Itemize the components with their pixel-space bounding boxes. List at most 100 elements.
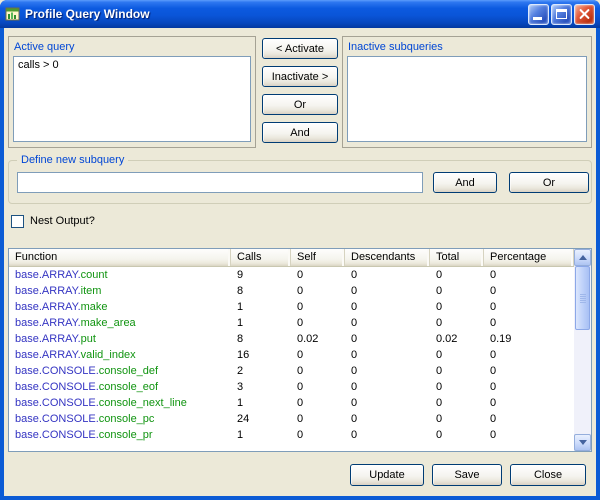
function-feature-name: put <box>81 333 96 345</box>
table-header-cell[interactable]: Function <box>9 249 231 266</box>
function-cell: base.CONSOLE.console_next_line <box>9 395 231 411</box>
footer-buttons: Update Save Close <box>350 464 586 486</box>
minimize-button[interactable] <box>528 4 549 25</box>
value-cell: 0 <box>345 283 430 299</box>
value-cell: 0 <box>291 395 345 411</box>
transfer-buttons: < Activate Inactivate > Or And <box>262 36 338 143</box>
function-class-path: base.ARRAY. <box>15 301 81 313</box>
function-class-path: base.ARRAY. <box>15 317 81 329</box>
value-cell: 3 <box>231 379 291 395</box>
table-header-cell[interactable]: Self <box>291 249 345 266</box>
function-cell: base.ARRAY.valid_index <box>9 347 231 363</box>
value-cell: 1 <box>231 315 291 331</box>
close-window-button[interactable]: Close <box>510 464 586 486</box>
value-cell: 0 <box>345 331 430 347</box>
function-cell: base.ARRAY.item <box>9 283 231 299</box>
scroll-up-button[interactable] <box>574 249 591 266</box>
or-button[interactable]: Or <box>262 94 338 115</box>
value-cell: 0 <box>345 363 430 379</box>
nest-output-checkbox[interactable] <box>11 215 24 228</box>
value-cell: 0 <box>291 363 345 379</box>
subquery-input[interactable] <box>17 172 423 193</box>
scrollbar-thumb[interactable] <box>575 266 590 330</box>
value-cell: 0 <box>430 411 484 427</box>
value-cell: 1 <box>231 427 291 443</box>
function-cell: base.CONSOLE.console_eof <box>9 379 231 395</box>
function-cell: base.ARRAY.put <box>9 331 231 347</box>
function-class-path: base.CONSOLE. <box>15 413 99 425</box>
activate-button[interactable]: < Activate <box>262 38 338 59</box>
value-cell: 0 <box>484 363 574 379</box>
value-cell: 0.19 <box>484 331 574 347</box>
client-area: Active query calls > 0 < Activate Inacti… <box>4 28 596 496</box>
table-row[interactable]: base.ARRAY.valid_index160000 <box>9 347 574 363</box>
window-icon <box>5 6 21 22</box>
table-row[interactable]: base.CONSOLE.console_pc240000 <box>9 411 574 427</box>
table-header-cell[interactable]: Total <box>430 249 484 266</box>
table-row[interactable]: base.CONSOLE.console_def20000 <box>9 363 574 379</box>
table-row[interactable]: base.ARRAY.item80000 <box>9 283 574 299</box>
update-button[interactable]: Update <box>350 464 424 486</box>
value-cell: 0 <box>484 347 574 363</box>
value-cell: 0 <box>430 395 484 411</box>
table-header-cell[interactable]: Descendants <box>345 249 430 266</box>
titlebar[interactable]: Profile Query Window <box>0 0 600 28</box>
table-row[interactable]: base.ARRAY.make_area10000 <box>9 315 574 331</box>
table-row[interactable]: base.CONSOLE.console_eof30000 <box>9 379 574 395</box>
table-header-cell[interactable]: Percentage <box>484 249 574 266</box>
value-cell: 0 <box>345 315 430 331</box>
value-cell: 1 <box>231 299 291 315</box>
value-cell: 9 <box>231 267 291 283</box>
maximize-button[interactable] <box>551 4 572 25</box>
value-cell: 0 <box>291 315 345 331</box>
value-cell: 0 <box>484 427 574 443</box>
value-cell: 0 <box>484 379 574 395</box>
value-cell: 0 <box>430 347 484 363</box>
table-row[interactable]: base.CONSOLE.console_next_line10000 <box>9 395 574 411</box>
value-cell: 1 <box>231 395 291 411</box>
window-title: Profile Query Window <box>25 7 524 21</box>
value-cell: 0 <box>484 315 574 331</box>
table-row[interactable]: base.ARRAY.count90000 <box>9 267 574 283</box>
inactive-subqueries-panel: Inactive subqueries <box>342 36 592 148</box>
value-cell: 0.02 <box>430 331 484 347</box>
value-cell: 0 <box>484 299 574 315</box>
table-row[interactable]: base.CONSOLE.console_pr10000 <box>9 427 574 443</box>
value-cell: 2 <box>231 363 291 379</box>
value-cell: 0 <box>430 363 484 379</box>
inactivate-button[interactable]: Inactivate > <box>262 66 338 87</box>
table-header-cell[interactable]: Calls <box>231 249 291 266</box>
table-row[interactable]: base.ARRAY.put80.0200.020.19 <box>9 331 574 347</box>
table-row[interactable]: base.ARRAY.make10000 <box>9 299 574 315</box>
profile-query-window: Profile Query Window Active query calls … <box>0 0 600 500</box>
value-cell: 0 <box>484 395 574 411</box>
vertical-scrollbar[interactable] <box>574 249 591 451</box>
function-class-path: base.ARRAY. <box>15 269 81 281</box>
subquery-and-button[interactable]: And <box>433 172 497 193</box>
function-feature-name: console_def <box>99 365 158 377</box>
subquery-or-button[interactable]: Or <box>509 172 589 193</box>
function-feature-name: console_next_line <box>99 397 187 409</box>
scroll-down-button[interactable] <box>574 434 591 451</box>
value-cell: 0 <box>430 379 484 395</box>
function-class-path: base.CONSOLE. <box>15 429 99 441</box>
function-class-path: base.ARRAY. <box>15 349 81 361</box>
function-class-path: base.ARRAY. <box>15 285 81 297</box>
active-query-item[interactable]: calls > 0 <box>18 59 246 71</box>
function-class-path: base.CONSOLE. <box>15 397 99 409</box>
value-cell: 0 <box>291 267 345 283</box>
close-button[interactable] <box>574 4 595 25</box>
function-feature-name: valid_index <box>81 349 136 361</box>
value-cell: 0 <box>291 427 345 443</box>
active-query-list[interactable]: calls > 0 <box>13 56 251 142</box>
value-cell: 0 <box>345 379 430 395</box>
value-cell: 0 <box>345 411 430 427</box>
and-button[interactable]: And <box>262 122 338 143</box>
save-button[interactable]: Save <box>432 464 502 486</box>
value-cell: 0 <box>484 411 574 427</box>
inactive-subqueries-list[interactable] <box>347 56 587 142</box>
function-feature-name: make_area <box>81 317 136 329</box>
window-controls <box>528 4 595 25</box>
scrollbar-track[interactable] <box>574 266 591 434</box>
table-body: base.ARRAY.count90000base.ARRAY.item8000… <box>9 267 574 451</box>
